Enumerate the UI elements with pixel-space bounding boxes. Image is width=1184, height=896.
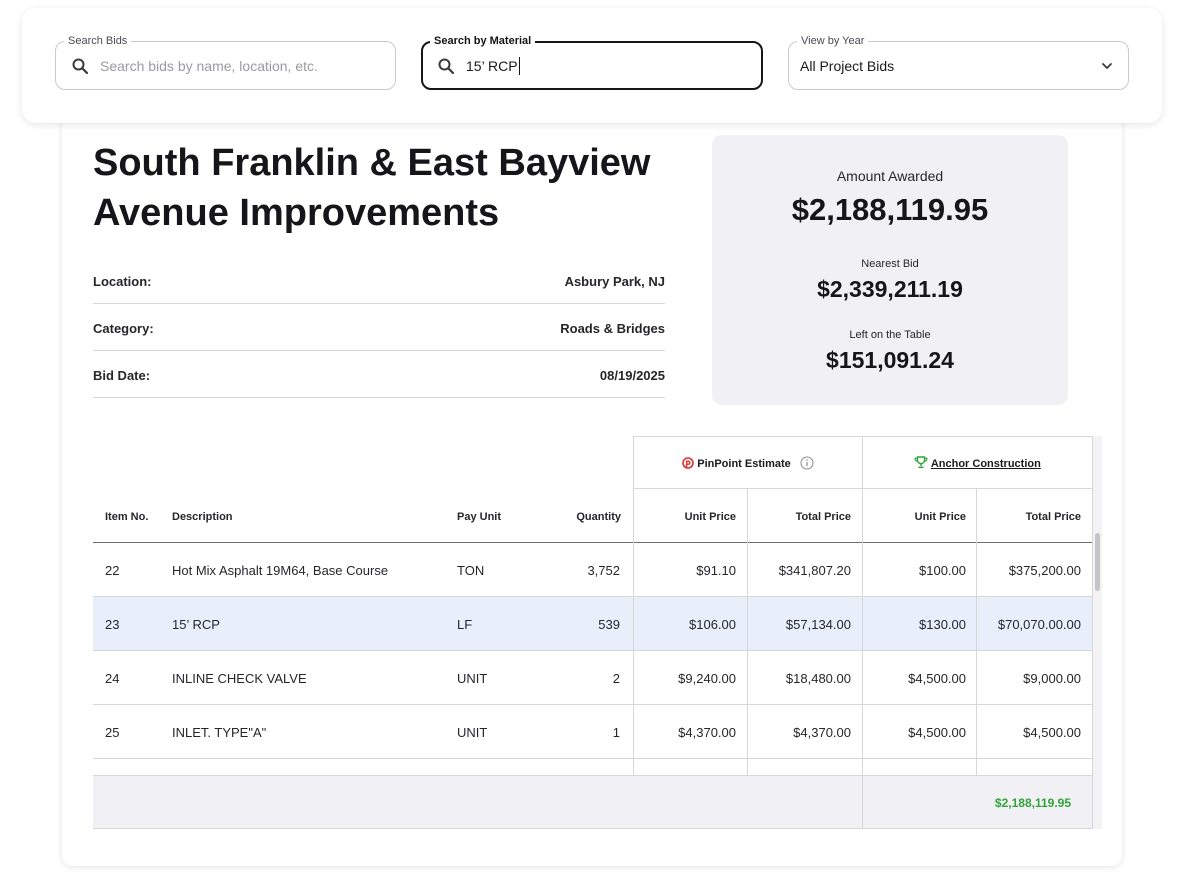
group-header-estimate: PinPoint Estimate: [633, 436, 862, 489]
info-key: Bid Date:: [93, 368, 151, 383]
search-bids-field[interactable]: Search Bids Search bids by name, locatio…: [55, 34, 396, 90]
col-header-quantity[interactable]: Quantity: [576, 511, 621, 523]
cell-pay-unit: TON: [457, 563, 485, 578]
info-key: Location:: [93, 274, 152, 289]
cell-est-unit: $91.10: [696, 563, 736, 578]
cell-win-total: $70,070.00.00: [997, 617, 1081, 632]
col-divider: [862, 776, 863, 829]
cell-quantity: 1: [612, 725, 620, 740]
info-key: Category:: [93, 321, 154, 336]
col-divider: [747, 489, 748, 775]
col-header-est-total-price[interactable]: Total Price: [796, 511, 851, 523]
col-header-description[interactable]: Description: [172, 511, 233, 523]
table-footer: $2,188,119.95: [93, 775, 1092, 829]
search-bids-label: Search Bids: [64, 34, 132, 48]
cell-est-total: $57,134.00: [785, 617, 851, 632]
cell-description: INLET. TYPE"A": [172, 725, 267, 740]
cell-quantity: 2: [612, 671, 620, 686]
info-value: 08/19/2025: [599, 368, 665, 383]
cell-est-unit: $9,240.00: [678, 671, 736, 686]
view-year-value: All Project Bids: [800, 58, 895, 74]
cell-est-total: $18,480.00: [785, 671, 851, 686]
cell-pay-unit: UNIT: [457, 671, 488, 686]
cell-win-unit: $4,500.00: [908, 725, 966, 740]
col-divider: [862, 489, 863, 775]
cell-win-total: $4,500.00: [1023, 725, 1081, 740]
scrollbar-thumb[interactable]: [1095, 533, 1100, 591]
view-year-label: View by Year: [797, 34, 869, 48]
pinpoint-logo-icon: [682, 457, 694, 469]
group-header-winner: Anchor Construction: [862, 436, 1092, 489]
info-value: Asbury Park, NJ: [564, 274, 665, 289]
cell-description: 15’ RCP: [172, 617, 220, 632]
cell-quantity: 3,752: [587, 563, 620, 578]
cell-item-no: 22: [105, 563, 120, 578]
cell-est-total: $341,807.20: [778, 563, 851, 578]
info-row-category: Category: Roads & Bridges: [93, 304, 665, 351]
info-row-bid-date: Bid Date: 08/19/2025: [93, 351, 665, 398]
cell-win-total: $9,000.00: [1023, 671, 1081, 686]
col-header-win-total-price[interactable]: Total Price: [1026, 511, 1081, 523]
col-header-item-no[interactable]: Item No.: [105, 511, 148, 523]
left-on-table-label: Left on the Table: [849, 329, 931, 341]
left-on-table-value: $151,091.24: [826, 347, 954, 373]
col-divider: [976, 489, 977, 775]
line-items-table: PinPoint Estimate Anchor Construction It…: [93, 436, 1102, 829]
cell-est-unit: $4,370.00: [678, 725, 736, 740]
nearest-bid-value: $2,339,211.19: [817, 276, 963, 302]
nearest-bid-label: Nearest Bid: [861, 258, 919, 270]
col-header-win-unit-price[interactable]: Unit Price: [915, 511, 966, 523]
info-row-location: Location: Asbury Park, NJ: [93, 257, 665, 304]
project-title: South Franklin & East Bayview Avenue Imp…: [93, 138, 693, 238]
amount-awarded-label: Amount Awarded: [836, 168, 944, 184]
col-header-est-unit-price[interactable]: Unit Price: [685, 511, 736, 523]
search-material-input[interactable]: 15’ RCP: [466, 57, 521, 75]
search-bids-input[interactable]: Search bids by name, location, etc.: [100, 57, 318, 75]
cell-description: Hot Mix Asphalt 19M64, Base Course: [172, 563, 389, 578]
amount-awarded-value: $2,188,119.95: [791, 192, 989, 227]
award-summary: Amount Awarded $2,188,119.95 Nearest Bid…: [712, 135, 1068, 405]
search-material-label: Search by Material: [430, 34, 536, 48]
col-header-pay-unit[interactable]: Pay Unit: [457, 511, 501, 523]
cell-win-unit: $130.00: [919, 617, 966, 632]
project-title-line2: Avenue Improvements: [93, 192, 500, 234]
table-row[interactable]: 25 INLET. TYPE"A" UNIT 1 $4,370.00 $4,37…: [93, 705, 1092, 759]
cell-est-unit: $106.00: [689, 617, 736, 632]
estimate-group-label: PinPoint Estimate: [697, 458, 791, 470]
search-material-field[interactable]: Search by Material 15’ RCP: [421, 34, 763, 90]
table-row-highlighted[interactable]: 23 15’ RCP LF 539 $106.00 $57,134.00 $13…: [93, 597, 1092, 651]
table-row[interactable]: 24 INLINE CHECK VALVE UNIT 2 $9,240.00 $…: [93, 651, 1092, 705]
cell-description: INLINE CHECK VALVE: [172, 671, 307, 686]
col-divider: [633, 489, 634, 775]
cell-win-total: $375,200.00: [1008, 563, 1081, 578]
info-icon[interactable]: [800, 456, 814, 470]
filter-bar: Search Bids Search bids by name, locatio…: [22, 8, 1162, 123]
winner-link[interactable]: Anchor Construction: [931, 458, 1041, 470]
table-scrollbar[interactable]: [1092, 436, 1102, 829]
cell-win-unit: $4,500.00: [908, 671, 966, 686]
text-caret: [518, 57, 521, 75]
search-material-value: 15’ RCP: [466, 58, 518, 74]
trophy-icon: [914, 456, 928, 469]
cell-item-no: 25: [105, 725, 120, 740]
search-icon: [72, 58, 89, 75]
footer-total-value: $2,188,119.95: [994, 796, 1071, 810]
cell-pay-unit: LF: [457, 617, 473, 632]
cell-item-no: 23: [105, 617, 120, 632]
project-title-line1: South Franklin & East Bayview: [93, 142, 651, 184]
cell-pay-unit: UNIT: [457, 725, 488, 740]
cell-item-no: 24: [105, 671, 120, 686]
chevron-down-icon[interactable]: [1100, 59, 1114, 73]
cell-est-total: $4,370.00: [793, 725, 851, 740]
table-row[interactable]: 22 Hot Mix Asphalt 19M64, Base Course TO…: [93, 543, 1092, 597]
cell-quantity: 539: [598, 617, 620, 632]
view-year-select[interactable]: View by Year All Project Bids: [788, 34, 1129, 90]
search-icon: [438, 58, 455, 75]
info-value: Roads & Bridges: [560, 321, 665, 336]
cell-win-unit: $100.00: [919, 563, 966, 578]
